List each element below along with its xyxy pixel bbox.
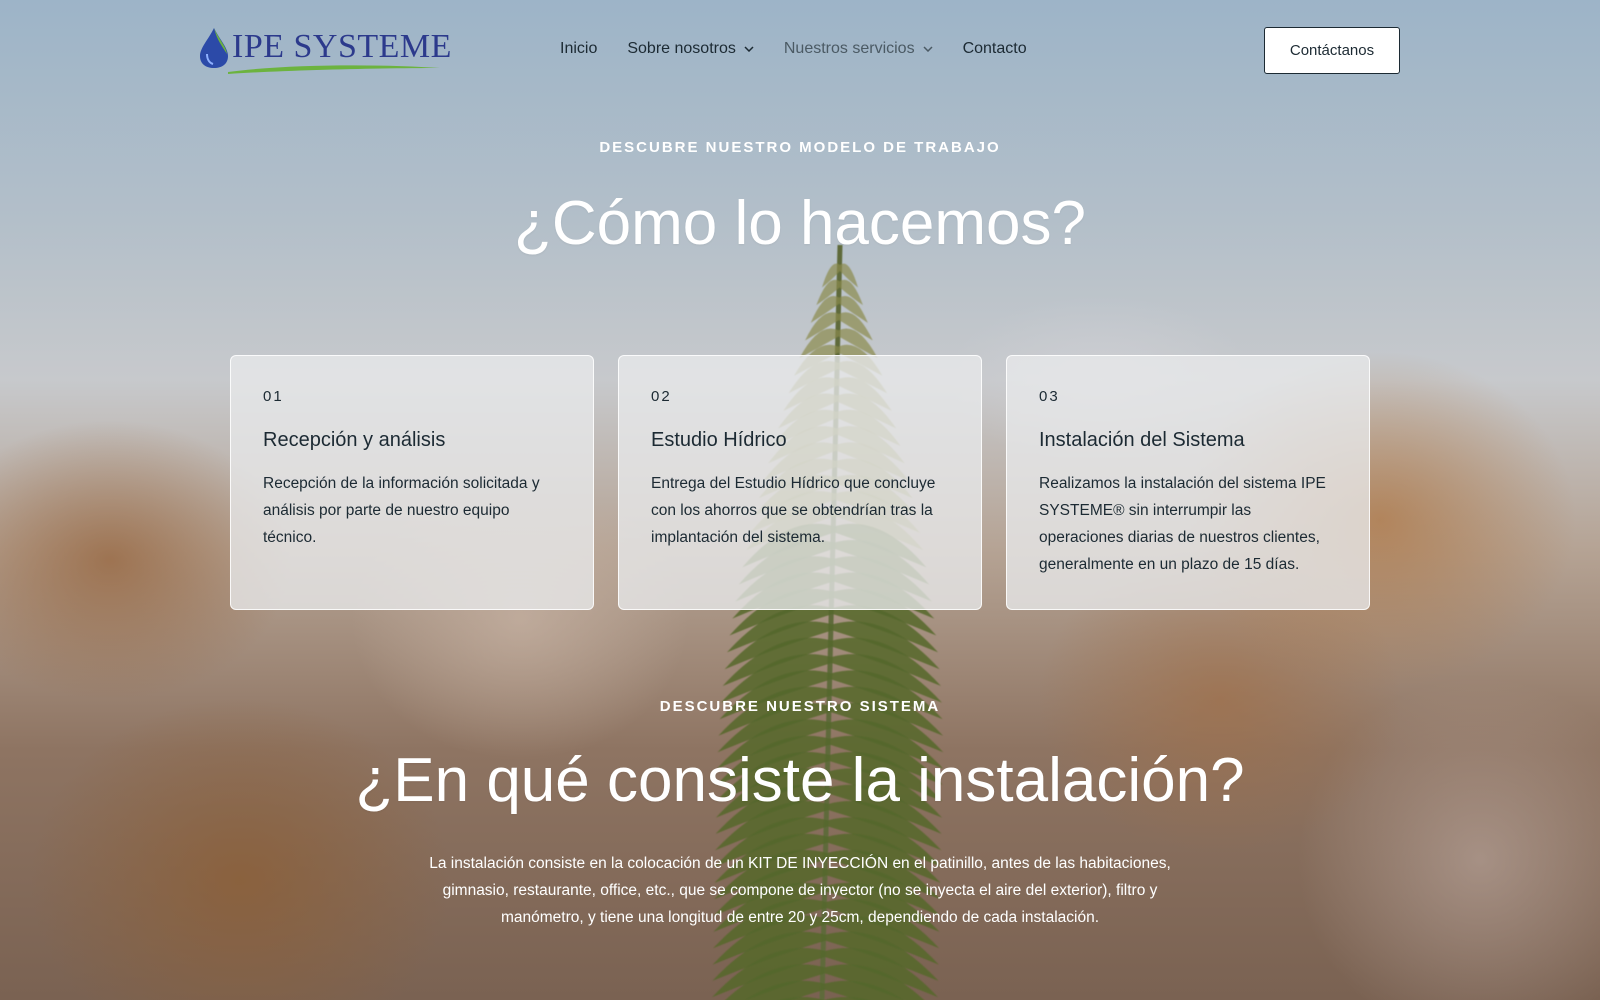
contact-button[interactable]: Contáctanos — [1264, 27, 1400, 74]
section-eyebrow-system: DESCUBRE NUESTRO SISTEMA — [659, 698, 941, 715]
step-card: 03 Instalación del Sistema Realizamos la… — [1006, 355, 1370, 610]
step-number: 01 — [263, 388, 284, 405]
step-text: Recepción de la información solicitada y… — [263, 475, 540, 546]
step-text: Realizamos la instalación del sistema IP… — [1039, 475, 1326, 573]
logo-swoosh-icon — [228, 65, 440, 74]
step-card: 02 Estudio Hídrico Entrega del Estudio H… — [618, 355, 982, 610]
step-title: Instalación del Sistema — [1039, 429, 1245, 451]
step-number: 02 — [651, 388, 672, 405]
logo[interactable]: IPE SYSTEME — [198, 24, 451, 76]
logo-text: IPE SYSTEME — [232, 28, 452, 65]
site-header: IPE SYSTEME Inicio Sobre nosotros Nuestr… — [0, 0, 1600, 100]
step-number: 03 — [1039, 388, 1060, 405]
main-nav: Inicio Sobre nosotros Nuestros servicios… — [560, 40, 1057, 58]
step-card: 01 Recepción y análisis Recepción de la … — [230, 355, 594, 610]
nav-item-nuestros-servicios[interactable]: Nuestros servicios — [784, 40, 933, 58]
nav-item-sobre-nosotros[interactable]: Sobre nosotros — [627, 40, 754, 58]
nav-item-contacto[interactable]: Contacto — [963, 40, 1027, 58]
step-title: Estudio Hídrico — [651, 429, 787, 451]
section-paragraph: La instalación consiste en la colocación… — [429, 855, 1171, 926]
water-drop-icon — [200, 28, 228, 68]
nav-item-inicio[interactable]: Inicio — [560, 40, 597, 58]
section-eyebrow: DESCUBRE NUESTRO MODELO DE TRABAJO — [599, 139, 1001, 156]
step-title: Recepción y análisis — [263, 429, 446, 451]
chevron-down-icon — [744, 46, 754, 52]
chevron-down-icon — [923, 46, 933, 52]
section-title: ¿Cómo lo hacemos? — [513, 189, 1087, 258]
section-title-system: ¿En qué consiste la instalación? — [355, 746, 1245, 815]
step-text: Entrega del Estudio Hídrico que concluye… — [651, 475, 936, 546]
steps-cards: 01 Recepción y análisis Recepción de la … — [230, 355, 1370, 610]
